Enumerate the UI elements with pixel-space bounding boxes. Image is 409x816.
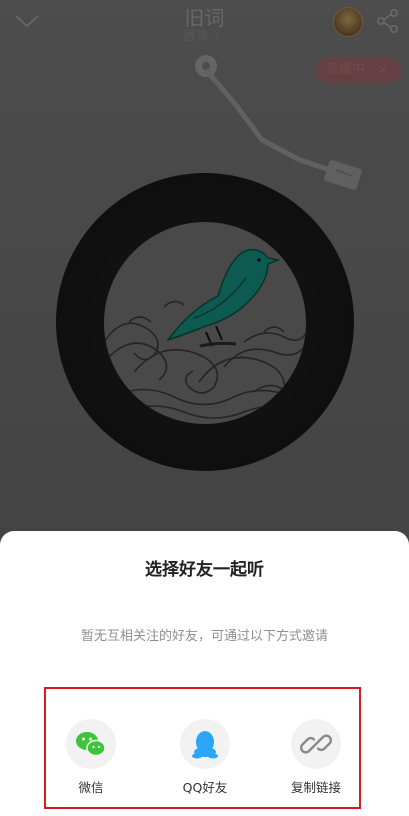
invite-friends-sheet: 选择好友一起听 暂无互相关注的好友，可通过以下方式邀请 微信 QQ好友 复制链接 xyxy=(0,531,409,816)
wechat-label: 微信 xyxy=(78,780,104,795)
share-options: 微信 QQ好友 复制链接 xyxy=(44,687,361,809)
copy-link-label: 复制链接 xyxy=(290,780,341,795)
copy-link-button[interactable]: 复制链接 xyxy=(271,689,361,807)
qq-icon xyxy=(192,731,218,759)
share-qq-button[interactable]: QQ好友 xyxy=(160,689,250,807)
qq-label: QQ好友 xyxy=(182,780,228,795)
link-icon xyxy=(299,734,333,754)
sheet-title: 选择好友一起听 xyxy=(145,560,264,580)
wechat-icon xyxy=(76,732,106,757)
share-wechat-button[interactable]: 微信 xyxy=(46,689,136,807)
empty-friends-hint: 暂无互相关注的好友，可通过以下方式邀请 xyxy=(80,629,328,644)
